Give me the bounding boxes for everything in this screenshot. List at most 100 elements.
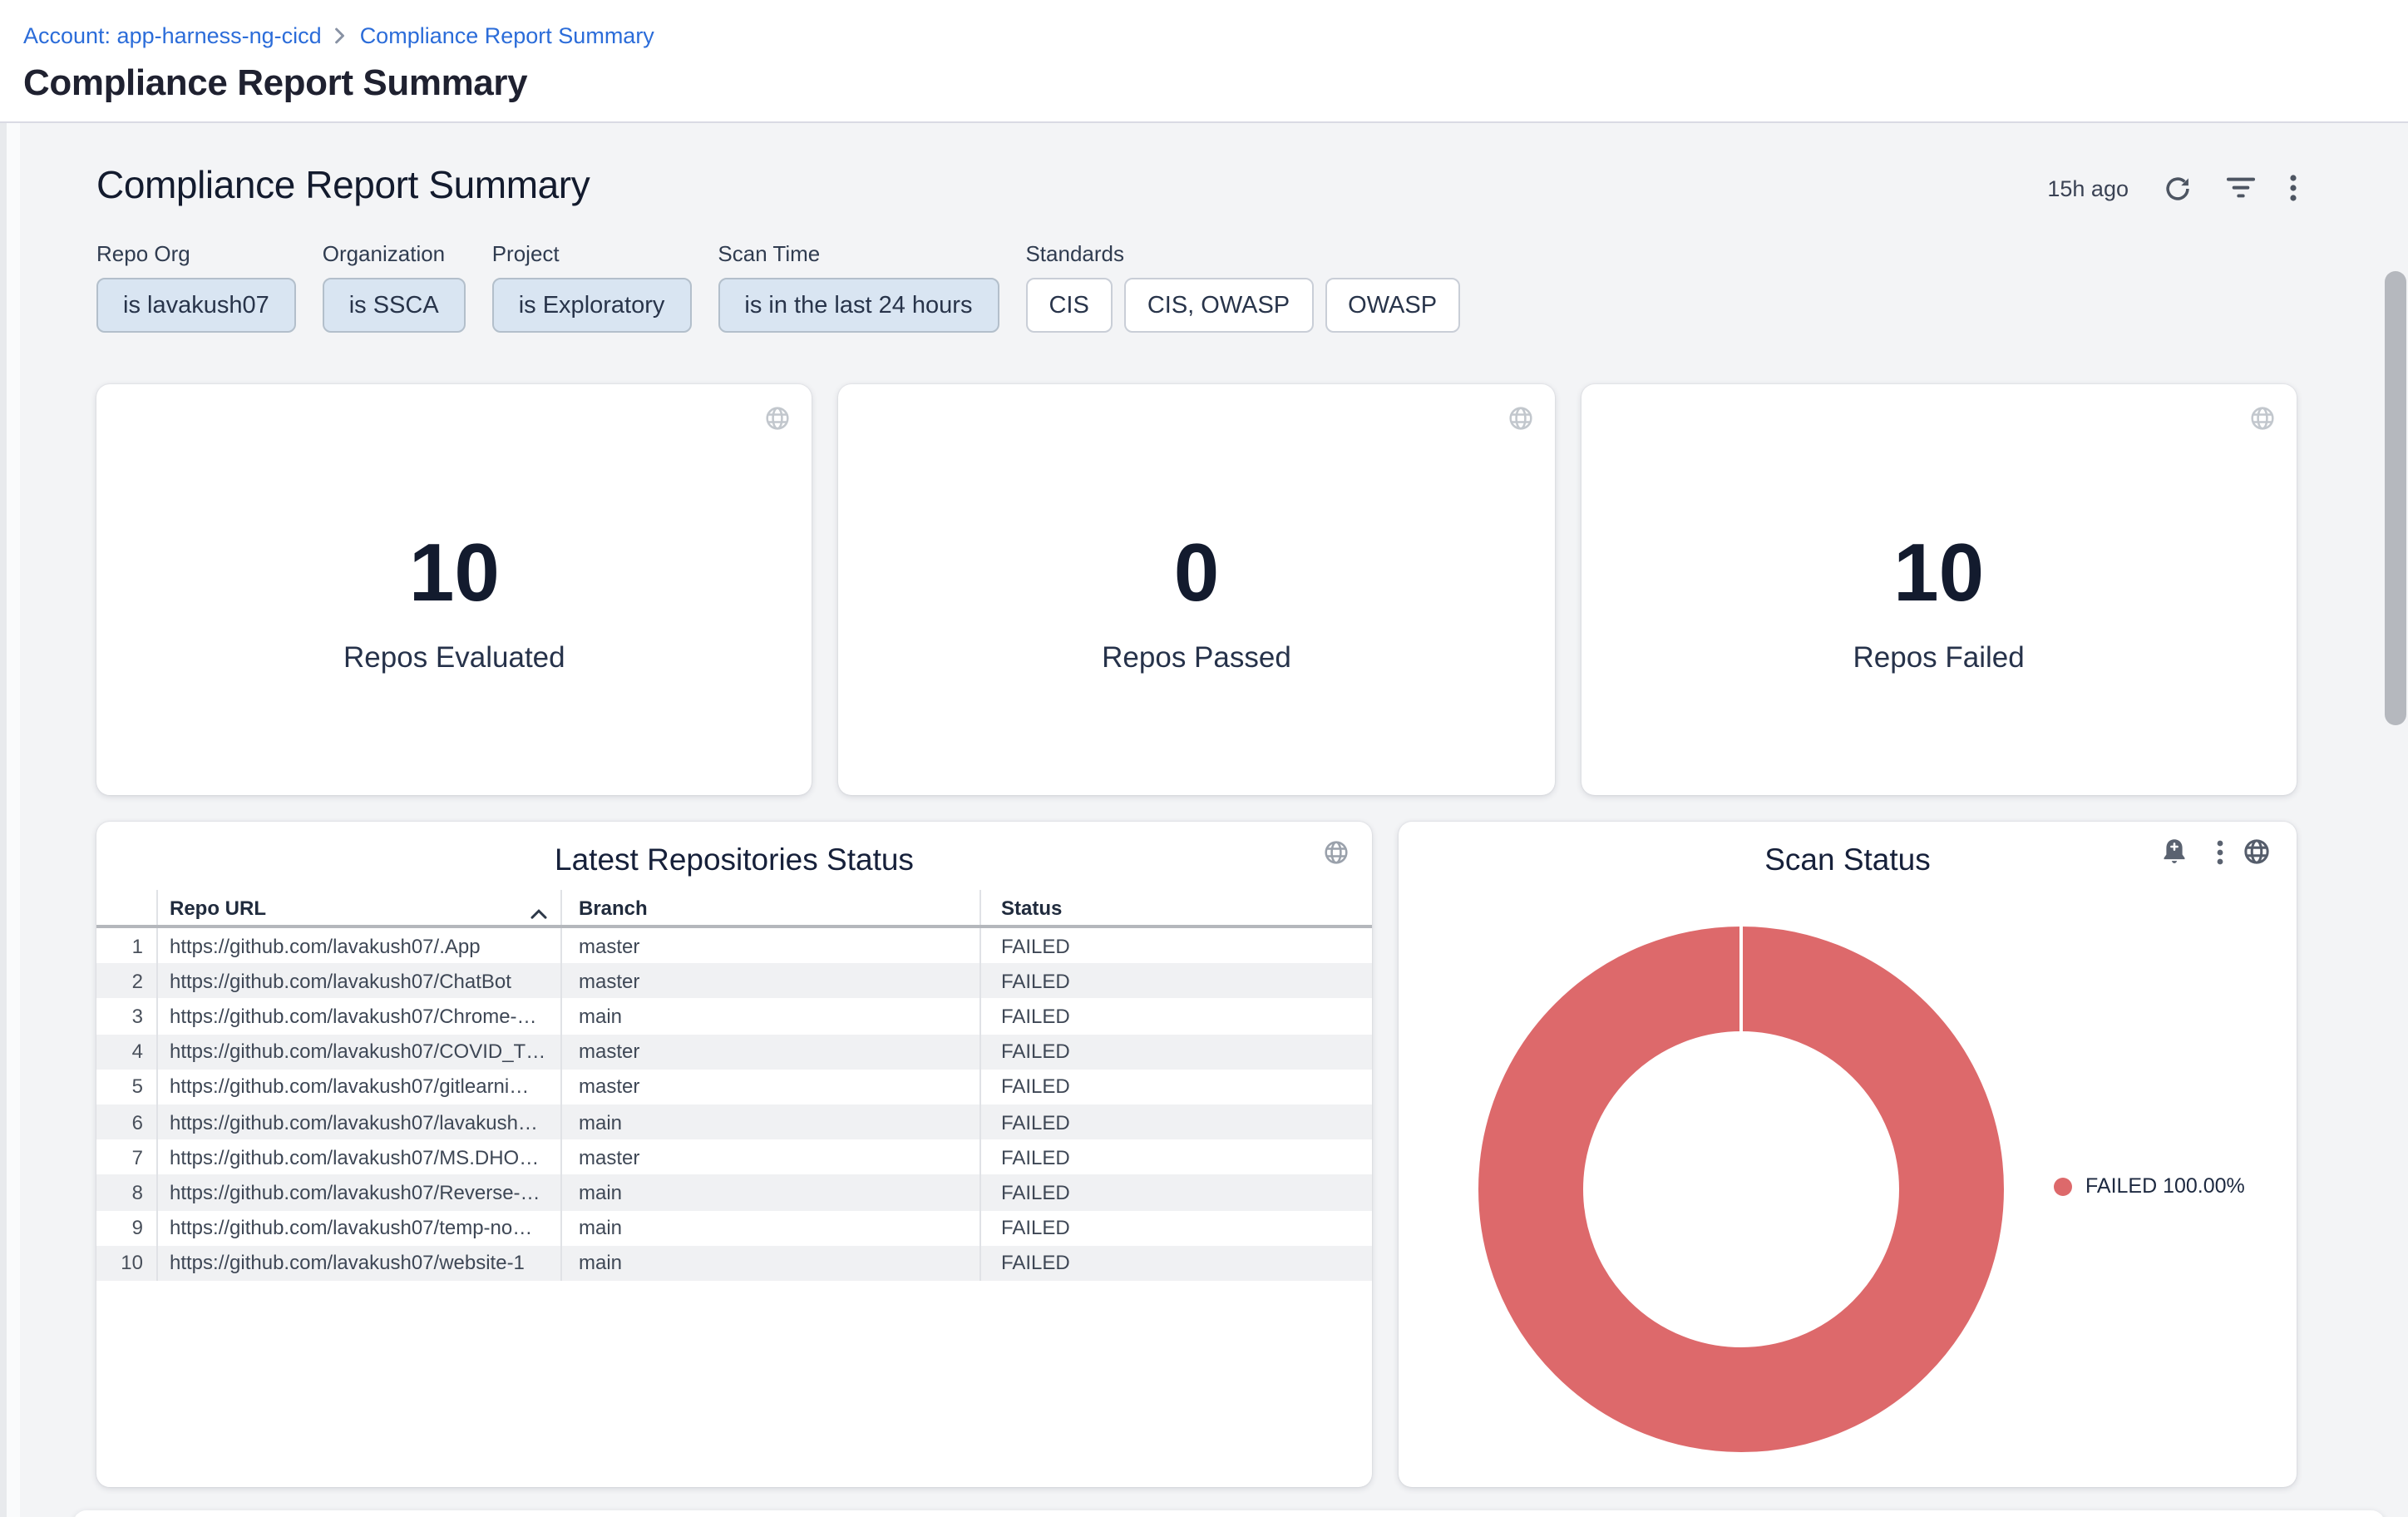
status-cell: FAILED <box>981 1245 1372 1280</box>
status-cell: FAILED <box>981 1210 1372 1245</box>
column-header-label: Branch <box>579 896 648 919</box>
stat-tile: 10 Repos Evaluated <box>96 384 812 795</box>
tile-globe-icon[interactable] <box>766 406 791 439</box>
filter-group-project: Project is Exploratory <box>492 241 692 333</box>
vertical-scrollbar-thumb[interactable] <box>2385 271 2406 725</box>
chart-legend-item[interactable]: FAILED 100.00% <box>2054 1174 2245 1198</box>
column-header-repo-url[interactable]: Repo URL <box>158 890 562 925</box>
repo-url-cell: https://github.com/lavakush07/Reverse-… <box>158 1175 562 1210</box>
breadcrumb-page-link[interactable]: Compliance Report Summary <box>360 22 654 47</box>
legend-label: FAILED 100.00% <box>2085 1174 2245 1198</box>
filter-chip-standards-owasp[interactable]: OWASP <box>1325 278 1460 333</box>
filter-button[interactable] <box>2227 176 2255 200</box>
filter-group-standards: Standards CIS CIS, OWASP OWASP <box>1025 241 1460 333</box>
row-index-cell: 10 <box>96 1245 158 1280</box>
filter-chip-standards-cis-owasp[interactable]: CIS, OWASP <box>1124 278 1313 333</box>
branch-cell: master <box>562 1139 981 1174</box>
kebab-icon <box>2290 175 2297 201</box>
filter-chip-project[interactable]: is Exploratory <box>492 278 692 333</box>
table-row: 10https://github.com/lavakush07/website-… <box>96 1245 1372 1280</box>
branch-cell: main <box>562 1210 981 1245</box>
tile-globe-icon[interactable] <box>2250 406 2275 439</box>
repo-table-title: Latest Repositories Status <box>96 822 1372 878</box>
donut-slice-divider <box>1739 927 1743 1031</box>
row-index-column-header <box>96 890 158 925</box>
status-cell: FAILED <box>981 1070 1372 1104</box>
table-row: 5https://github.com/lavakush07/gitlearni… <box>96 1070 1372 1104</box>
repo-table-header: Repo URL Branch Status <box>96 890 1372 928</box>
column-header-label: Repo URL <box>170 896 266 919</box>
row-index-cell: 5 <box>96 1070 158 1104</box>
page-header: Account: app-harness-ng-cicd Compliance … <box>0 0 2408 123</box>
donut-chart <box>1478 927 2004 1452</box>
status-cell: FAILED <box>981 999 1372 1034</box>
breadcrumb-account-link[interactable]: Account: app-harness-ng-cicd <box>23 22 322 47</box>
table-row: 9https://github.com/lavakush07/temp-no…m… <box>96 1210 1372 1245</box>
filter-label: Organization <box>323 241 466 266</box>
column-header-status[interactable]: Status <box>981 890 1372 925</box>
branch-cell: master <box>562 1070 981 1104</box>
repo-url-cell: https://github.com/lavakush07/lavakush… <box>158 1104 562 1139</box>
row-index-cell: 6 <box>96 1104 158 1139</box>
filter-label: Repo Org <box>96 241 296 266</box>
alert-bell-plus-icon[interactable] <box>2162 837 2187 875</box>
refresh-button[interactable] <box>2164 174 2192 202</box>
tile-value: 10 <box>1581 534 2297 615</box>
filter-chip-repo-org[interactable]: is lavakush07 <box>96 278 296 333</box>
branch-cell: main <box>562 999 981 1034</box>
filter-chip-scan-time[interactable]: is in the last 24 hours <box>718 278 999 333</box>
status-cell: FAILED <box>981 963 1372 998</box>
filter-chip-organization[interactable]: is SSCA <box>323 278 466 333</box>
filter-group-repo-org: Repo Org is lavakush07 <box>96 241 296 333</box>
filter-icon <box>2227 176 2255 200</box>
page-title: Compliance Report Summary <box>23 62 2408 105</box>
filters-bar: Repo Org is lavakush07 Organization is S… <box>96 241 1460 333</box>
filter-label: Project <box>492 241 692 266</box>
column-header-branch[interactable]: Branch <box>562 890 981 925</box>
stat-tile: 10 Repos Failed <box>1581 384 2297 795</box>
refresh-icon <box>2164 174 2192 202</box>
tile-label: Repos Passed <box>839 640 1555 675</box>
row-index-cell: 3 <box>96 999 158 1034</box>
breadcrumb: Account: app-harness-ng-cicd Compliance … <box>23 20 2408 50</box>
donut-slice-failed[interactable] <box>1531 979 1952 1400</box>
row-index-cell: 1 <box>96 928 158 963</box>
table-row: 3https://github.com/lavakush07/Chrome-…m… <box>96 999 1372 1034</box>
last-refreshed-label: 15h ago <box>2047 175 2129 200</box>
dashboard-actions: 15h ago <box>2047 163 2297 213</box>
tile-value: 10 <box>96 534 812 615</box>
repo-url-cell: https://github.com/lavakush07/temp-no… <box>158 1210 562 1245</box>
branch-cell: master <box>562 963 981 998</box>
repo-table: Repo URL Branch Status 1https://github.c… <box>96 890 1372 1281</box>
dashboard-content: Compliance Report Summary 15h ago <box>0 123 2408 1517</box>
branch-cell: master <box>562 928 981 963</box>
filter-chip-standards-cis[interactable]: CIS <box>1025 278 1112 333</box>
filter-label: Standards <box>1025 241 1460 266</box>
tile-globe-icon[interactable] <box>1507 406 1532 439</box>
repo-url-cell: https://github.com/lavakush07/gitlearni… <box>158 1070 562 1104</box>
stat-tile: 0Repos Passed <box>839 384 1555 795</box>
dashboard-more-options-button[interactable] <box>2290 175 2297 201</box>
repo-table-body: 1https://github.com/lavakush07/.Appmaste… <box>96 928 1372 1281</box>
repo-url-cell: https://github.com/lavakush07/website-1 <box>158 1245 562 1280</box>
column-header-label: Status <box>1001 896 1062 919</box>
stat-tiles: 10 Repos Evaluated 0Repos Passed 10 Repos Fa… <box>96 384 2297 795</box>
table-row: 2https://github.com/lavakush07/ChatBotma… <box>96 963 1372 998</box>
breadcrumb-chevron-icon <box>335 27 347 45</box>
card-menu-kebab-icon[interactable] <box>2217 840 2223 873</box>
card-globe-icon[interactable] <box>2243 838 2270 873</box>
sort-asc-icon <box>530 902 547 925</box>
branch-cell: main <box>562 1175 981 1210</box>
tile-label: Repos Evaluated <box>96 640 812 675</box>
status-cell: FAILED <box>981 1104 1372 1139</box>
repo-status-card: Latest Repositories Status Repo URL <box>96 822 1372 1487</box>
filter-group-organization: Organization is SSCA <box>323 241 466 333</box>
repo-url-cell: https://github.com/lavakush07/.App <box>158 928 562 963</box>
dashboard-title: Compliance Report Summary <box>96 163 590 208</box>
repo-url-cell: https://github.com/lavakush07/COVID_T… <box>158 1034 562 1069</box>
explore-globe-icon[interactable] <box>1324 840 1349 873</box>
tile-label: Repos Failed <box>1581 640 2297 675</box>
table-row: 4https://github.com/lavakush07/COVID_T…m… <box>96 1034 1372 1069</box>
table-row: 8https://github.com/lavakush07/Reverse-…… <box>96 1175 1372 1210</box>
row-index-cell: 7 <box>96 1139 158 1174</box>
